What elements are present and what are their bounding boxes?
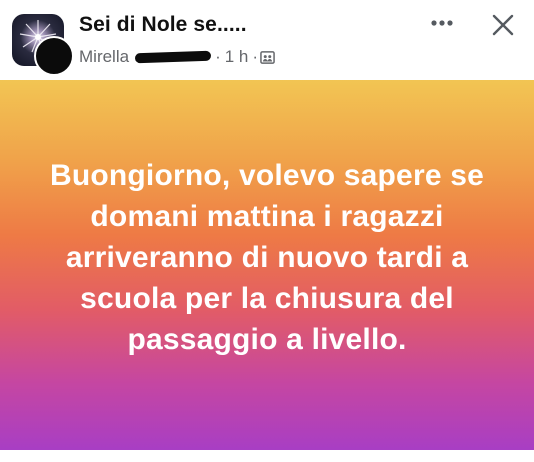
meta-separator: ·	[252, 47, 259, 66]
group-icon	[260, 50, 275, 64]
close-post-button[interactable]	[486, 8, 520, 42]
colored-text-post[interactable]: Buongiorno, volevo sapere se domani matt…	[0, 80, 534, 450]
post-timestamp[interactable]: 1 h	[225, 47, 249, 67]
more-horizontal-icon	[431, 20, 453, 26]
post-bottom-divider	[0, 450, 534, 462]
group-name-link[interactable]: Sei di Nole se.....	[79, 13, 247, 37]
meta-separator: ·	[215, 47, 221, 66]
post-meta: Mirella · 1 h ·	[79, 47, 275, 67]
close-icon	[492, 14, 514, 36]
post-message: Buongiorno, volevo sapere se domani matt…	[49, 158, 485, 356]
redacted-surname	[134, 50, 212, 64]
feed-post: Sei di Nole se..... Mirella · 1 h · Buon…	[0, 0, 534, 462]
author-name[interactable]: Mirella	[79, 47, 129, 67]
more-options-button[interactable]	[424, 10, 460, 36]
post-header: Sei di Nole se..... Mirella · 1 h ·	[0, 0, 534, 80]
user-avatar[interactable]	[34, 36, 74, 76]
